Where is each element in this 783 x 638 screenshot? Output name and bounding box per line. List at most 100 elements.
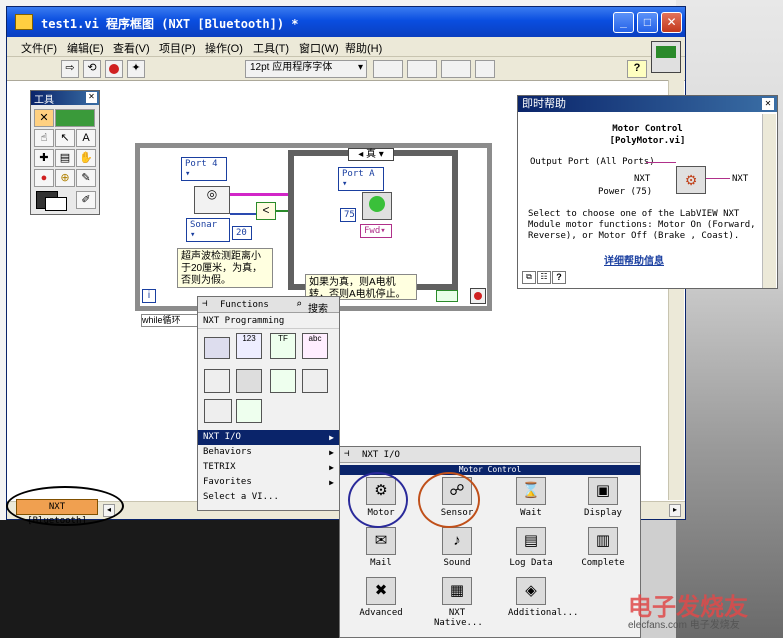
port-a-control[interactable]: Port A ▾ [338,167,384,191]
string-icon[interactable]: abc [302,333,328,359]
stop-terminal[interactable] [470,288,486,304]
boolean-icon[interactable]: TF [270,333,296,359]
search-icon[interactable]: ⌕ [296,299,302,310]
show-optional-icon[interactable]: ☷ [537,271,551,284]
color-copy-icon[interactable]: ✎ [76,169,96,187]
align-objects-icon[interactable] [373,60,403,78]
run-arrow-icon[interactable]: ⇨ [61,60,79,78]
close-icon[interactable]: ✕ [86,92,97,103]
title-bar[interactable]: test1.vi 程序框图 (NXT [Bluetooth]) * _ □ ✕ [7,7,685,37]
shortcut-menu-icon[interactable]: ▤ [55,149,75,167]
functions-item-nxt-io[interactable]: NXT I/O ▶ [198,430,339,445]
target-label[interactable]: NXT [Bluetooth] [16,499,98,526]
highlight-bulb-icon[interactable]: ✦ [127,60,145,78]
while-loop-label: while循环 [141,314,201,327]
lock-icon[interactable]: ⧉ [522,271,536,284]
run-continuous-icon[interactable]: ⟲ [83,60,101,78]
menu-project[interactable]: 项目(P) [159,40,196,56]
nxt-io-item-log-data[interactable]: ▤ Log Data [508,527,554,575]
numeric-icon[interactable]: 123 [236,333,262,359]
coloring-tool-icon[interactable]: ✐ [76,191,96,209]
scroll-tool-icon[interactable]: ✋ [76,149,96,167]
functions-title: Functions [220,300,269,310]
menu-window[interactable]: 窗口(W) [299,40,339,56]
motor-highlight-ring [348,472,408,528]
functions-item-favorites[interactable]: Favorites ▶ [198,475,339,490]
chevron-down-icon: ▾ [185,169,191,179]
text-tool-icon[interactable]: A [76,129,96,147]
position-tool-icon[interactable]: ↖ [55,129,75,147]
case-selector-label[interactable]: ◂ 真 ▾ [348,148,394,161]
menu-help[interactable]: 帮助(H) [345,40,382,56]
menu-edit[interactable]: 编辑(E) [67,40,104,56]
nxt-io-item-complete[interactable]: ▥ Complete [580,527,626,575]
nxt-io-item-mail[interactable]: ✉ Mail [358,527,404,575]
menu-tools[interactable]: 工具(T) [253,40,289,56]
resize-objects-icon[interactable] [441,60,471,78]
functions-item-select-vi[interactable]: Select a VI... [198,490,339,505]
close-button[interactable]: ✕ [661,12,682,33]
minimize-button[interactable]: _ [613,12,634,33]
abort-icon[interactable] [105,60,123,78]
maximize-button[interactable]: □ [637,12,658,33]
sonar-sensor-icon[interactable]: ◎ [194,186,230,214]
nxt-io-item-nxt-native[interactable]: ▦ NXT Native... [434,577,483,628]
reorder-icon[interactable] [475,60,495,78]
context-help-icon[interactable]: ? [627,60,647,78]
constant-20[interactable]: 20 [232,226,252,240]
nxt-io-item-advanced[interactable]: ✖ Advanced [358,577,404,625]
probe-icon[interactable]: ⊕ [55,169,75,187]
select-icon[interactable] [236,399,262,423]
wiring-tool-icon[interactable]: ✚ [34,149,54,167]
power-constant-75[interactable]: 75 [340,208,356,222]
hand-tool-icon[interactable]: ☝ [34,129,54,147]
motor-control-node[interactable] [362,192,392,220]
sonar-selector[interactable]: Sonar ▾ [186,218,230,242]
nxt-programming-category[interactable]: NXT Programming [198,314,339,329]
functions-item-tetrix[interactable]: TETRIX ▶ [198,460,339,475]
close-icon[interactable]: ✕ [762,98,774,110]
menu-file[interactable]: 文件(F) [21,40,57,56]
bool-constant[interactable] [436,290,458,302]
detailed-help-icon[interactable]: ? [552,271,566,284]
functions-item-behaviors[interactable]: Behaviors ▶ [198,445,339,460]
port-4-control[interactable]: Port 4 ▾ [181,157,227,181]
mail-icon: ✉ [366,527,396,555]
chevron-down-icon: ▾ [342,179,348,189]
breakpoint-icon[interactable]: ● [34,169,54,187]
watermark-text: elecfans.com 电子发烧友 [628,620,740,631]
font-selector[interactable]: 12pt 应用程序字体 ▾ [245,60,367,78]
file-io-icon[interactable] [204,399,232,423]
help-detail-link[interactable]: 详细帮助信息 [604,252,664,267]
chevron-right-icon: ▶ [329,463,334,472]
array-icon[interactable] [204,369,230,393]
pin-icon[interactable]: ⊣ [344,449,349,459]
help-wire-2 [706,178,730,179]
search-label[interactable]: 搜索 [308,300,328,315]
auto-select-icon[interactable] [55,109,95,127]
help-scrollbar[interactable] [762,114,776,288]
structures-icon[interactable] [204,337,230,359]
nxt-io-item-label: Complete [581,558,625,568]
scroll-right-icon[interactable]: ▸ [669,504,681,517]
loop-iteration-terminal[interactable]: i [142,289,156,303]
nxt-io-item-label: Additional... [508,608,579,618]
auto-tool-icon[interactable]: ✕ [34,109,54,127]
background-color-icon[interactable] [45,197,67,211]
less-than-icon[interactable]: < [256,202,276,220]
help-power: Power (75) [598,187,653,197]
timing-icon[interactable] [302,369,328,393]
cluster-icon[interactable] [236,369,262,393]
nxt-io-item-additional[interactable]: ◈ Additional... [508,577,579,625]
menu-view[interactable]: 查看(V) [113,40,150,56]
chevron-down-icon: ▾ [380,226,386,236]
nxt-io-item-display[interactable]: ▣ Display [580,477,626,525]
fwd-selector[interactable]: Fwd▾ [360,224,392,238]
wait-icon: ⌛ [516,477,546,505]
distribute-objects-icon[interactable] [407,60,437,78]
nxt-io-item-wait[interactable]: ⌛ Wait [508,477,554,525]
nxt-io-item-sound[interactable]: ♪ Sound [434,527,480,575]
pin-icon[interactable]: ⊣ [202,299,207,309]
menu-operate[interactable]: 操作(O) [205,40,243,56]
comparison-icon[interactable] [270,369,296,393]
